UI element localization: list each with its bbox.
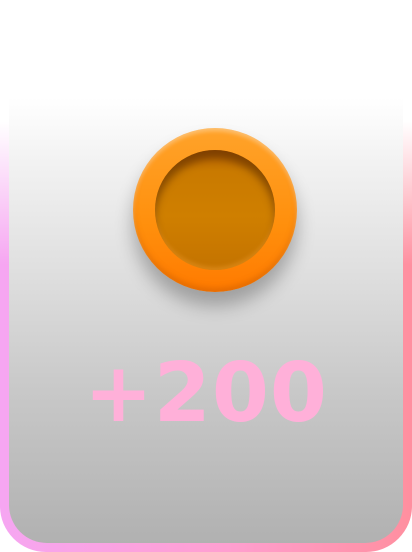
- reward-card-body: +200: [9, 0, 403, 543]
- reward-screen: +200: [0, 0, 412, 552]
- reward-card: +200: [0, 0, 412, 552]
- coin-icon: [133, 128, 297, 292]
- reward-amount: +200: [84, 346, 328, 441]
- coin-face: [155, 150, 275, 270]
